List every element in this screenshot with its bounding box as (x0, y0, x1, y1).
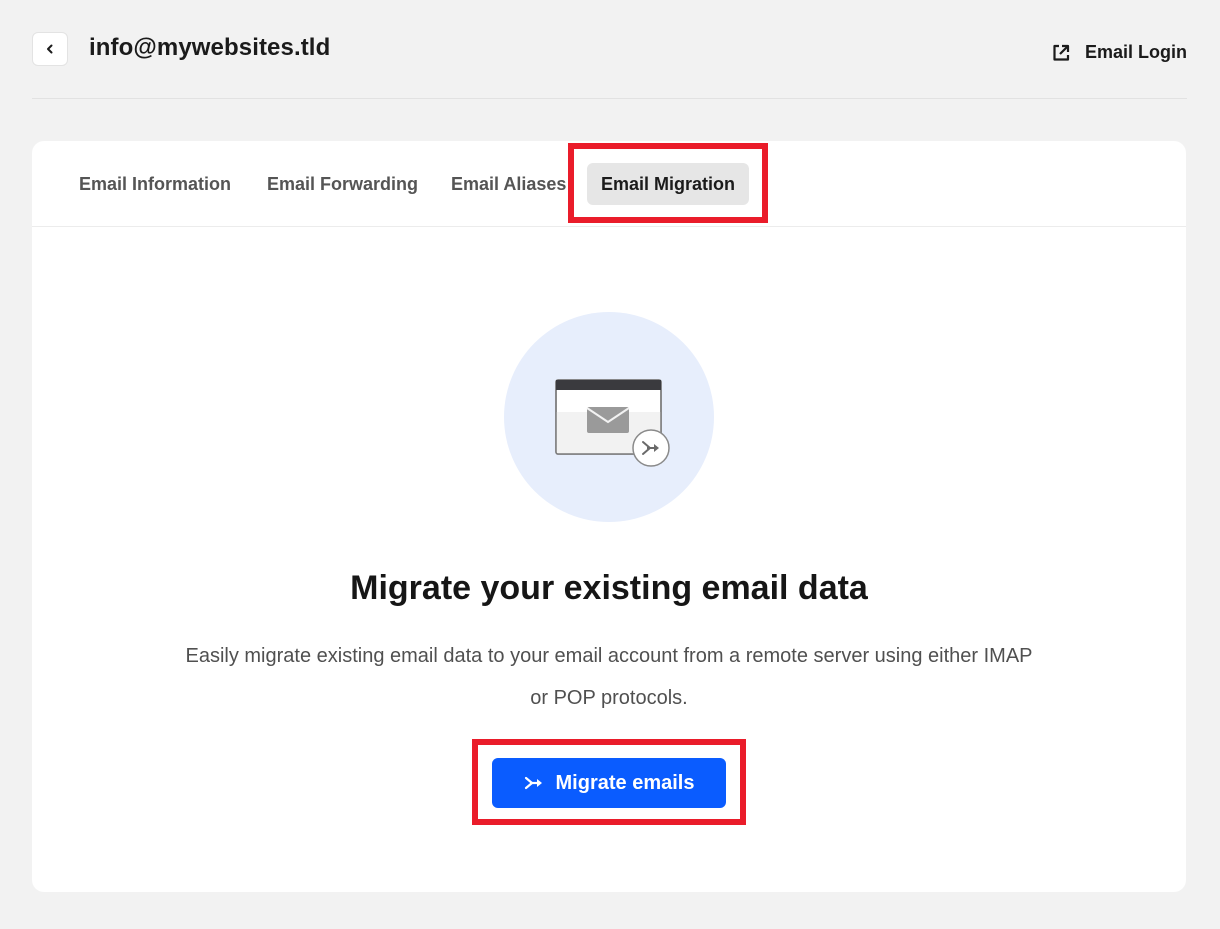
email-card: Email Information Email Forwarding Email… (32, 141, 1186, 892)
tab-email-migration[interactable]: Email Migration (587, 163, 750, 205)
email-migration-icon (555, 379, 670, 467)
tab-email-aliases[interactable]: Email Aliases (437, 163, 580, 205)
tab-email-forwarding[interactable]: Email Forwarding (253, 163, 432, 205)
illustration-circle (504, 312, 714, 522)
migrate-emails-label: Migrate emails (555, 771, 695, 794)
chevron-left-icon (47, 44, 53, 54)
external-link-icon (1053, 44, 1070, 61)
header-divider (32, 98, 1187, 99)
migrate-arrows-icon (524, 776, 542, 790)
migration-headline: Migrate your existing email data (350, 569, 868, 607)
email-login-link[interactable]: Email Login (1051, 42, 1187, 63)
migrate-emails-button[interactable]: Migrate emails (492, 758, 726, 808)
page-title: info@mywebsites.tld (89, 34, 331, 61)
email-login-label: Email Login (1084, 42, 1187, 62)
back-button[interactable] (32, 32, 68, 66)
migration-description: Easily migrate existing email data to yo… (185, 645, 1033, 709)
tab-email-information[interactable]: Email Information (65, 163, 245, 205)
header: info@mywebsites.tld Email Login (32, 30, 1187, 70)
page: info@mywebsites.tld Email Login Email In… (0, 0, 1220, 929)
tab-bar: Email Information Email Forwarding Email… (32, 141, 1186, 227)
